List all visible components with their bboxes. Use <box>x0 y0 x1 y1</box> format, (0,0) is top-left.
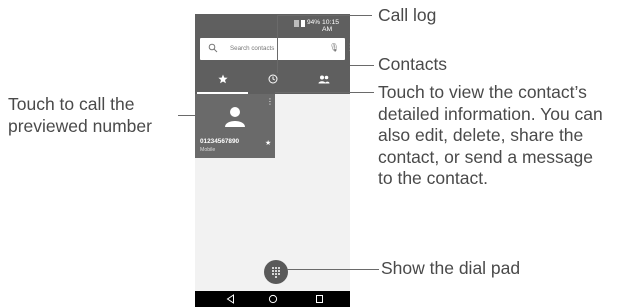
search-bar[interactable]: Search contacts 🎙 ⋮ <box>200 38 350 60</box>
phone-screen: 94% 10:15 AM Search contacts 🎙 ⋮ ⋮ 01234… <box>195 14 350 307</box>
status-bar: 94% 10:15 AM <box>195 14 350 34</box>
callout-detail-line: also edit, delete, share the <box>378 125 584 145</box>
star-icon <box>217 74 228 84</box>
back-icon[interactable] <box>226 294 235 304</box>
tab-favorites[interactable] <box>197 66 248 94</box>
contact-number-type: Mobile <box>200 147 216 153</box>
callout-contacts: Contacts <box>378 54 448 74</box>
call-log-leader-v <box>277 15 278 73</box>
dialpad-icon <box>272 267 280 278</box>
people-icon <box>318 75 329 83</box>
search-icon <box>208 43 218 53</box>
clock-time: 10:15 AM <box>322 19 340 33</box>
battery-percent: 94% <box>307 19 321 26</box>
callout-dial-pad: Show the dial pad <box>381 258 521 278</box>
favorite-star-icon[interactable]: ★ <box>265 139 271 147</box>
callout-detail-line: detailed information. You can <box>378 103 603 124</box>
callout-detail-line: Touch to view the contact’s <box>378 82 587 102</box>
person-icon <box>225 107 245 127</box>
callout-detail: Touch to view the contact’s detailed inf… <box>378 82 603 190</box>
sim-icon <box>294 20 299 27</box>
tab-call-log[interactable] <box>247 66 298 92</box>
app-header: Search contacts 🎙 ⋮ <box>195 34 350 94</box>
call-preview-leader <box>178 115 195 116</box>
dial-pad-button[interactable] <box>264 260 288 284</box>
callout-detail-line: contact, or send a message <box>378 146 593 167</box>
callout-call-preview-line: Touch to call the <box>8 94 135 114</box>
callout-detail-line: to the contact. <box>378 168 488 188</box>
favorite-contact-card[interactable]: ⋮ 01234567890 Mobile ★ <box>195 94 275 158</box>
call-log-leader-h <box>277 15 372 16</box>
contact-number: 01234567890 <box>200 138 240 145</box>
home-icon[interactable] <box>268 294 278 304</box>
microphone-icon[interactable]: 🎙 <box>329 43 339 52</box>
overflow-menu-icon[interactable]: ⋮ <box>345 42 350 53</box>
detail-leader <box>275 92 374 93</box>
clock-icon <box>268 74 277 84</box>
navigation-bar <box>195 291 350 307</box>
recents-icon[interactable] <box>315 294 324 304</box>
search-input[interactable]: Search contacts <box>230 45 274 52</box>
contact-menu-icon[interactable]: ⋮ <box>266 97 274 106</box>
battery-icon <box>301 20 305 27</box>
dial-pad-leader <box>287 269 379 270</box>
tab-bar <box>195 66 350 94</box>
callout-call-log: Call log <box>378 5 437 25</box>
callout-call-preview: Touch to call the previewed number <box>8 94 152 137</box>
tab-contacts[interactable] <box>298 66 349 92</box>
callout-call-preview-line: previewed number <box>8 115 152 136</box>
contacts-leader <box>350 65 374 66</box>
